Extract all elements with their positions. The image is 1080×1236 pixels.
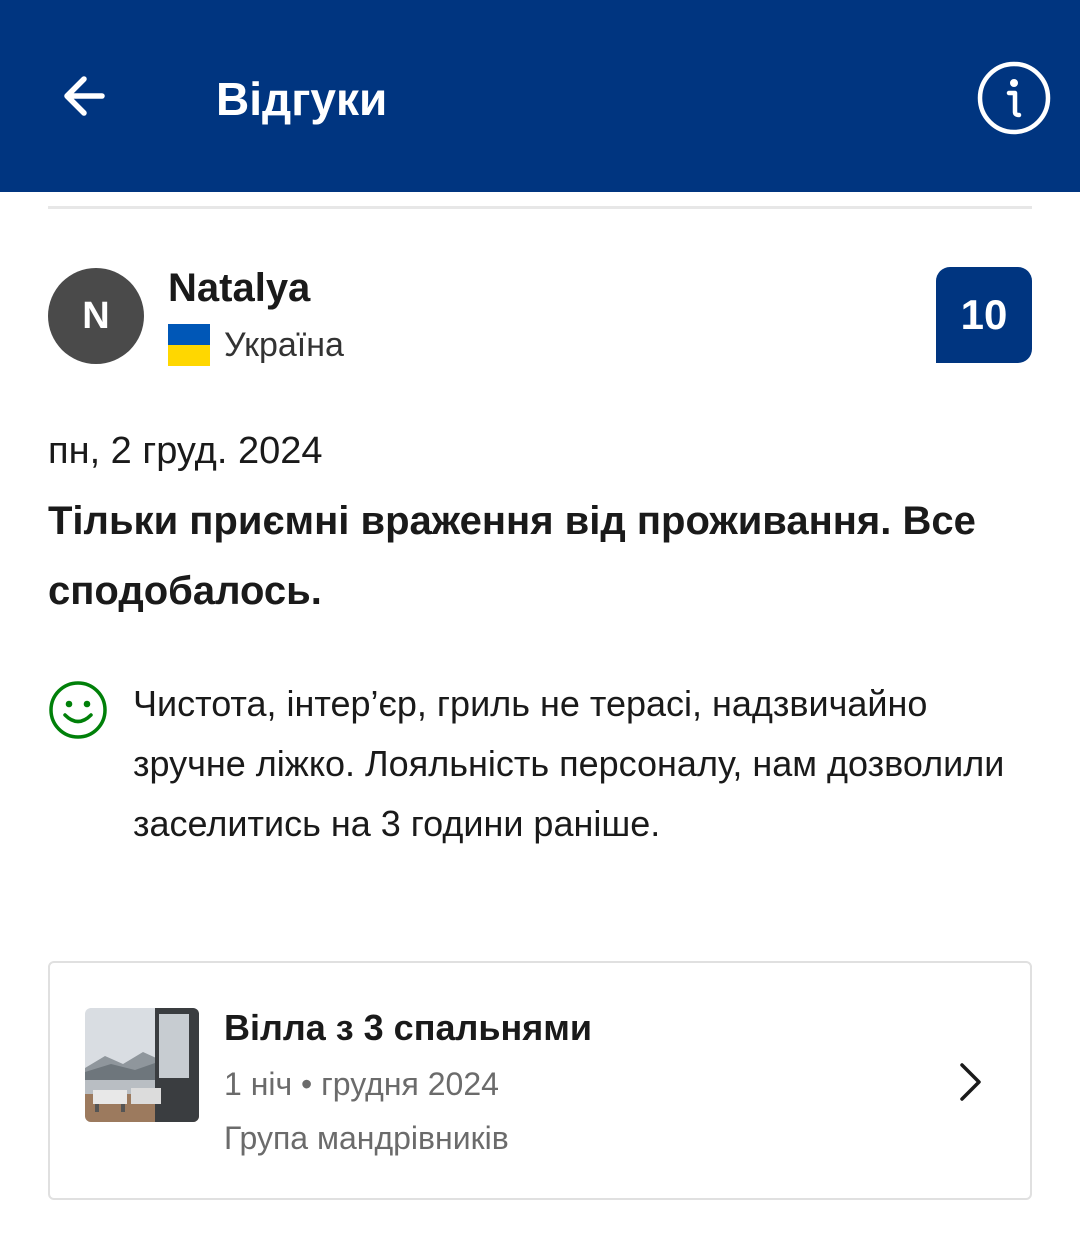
avatar: N bbox=[48, 268, 144, 364]
reviewer-name: Natalya bbox=[168, 266, 311, 310]
room-stay-info: 1 ніч • грудня 2024 bbox=[224, 1066, 499, 1102]
reviewer-country: Україна bbox=[224, 326, 344, 364]
info-button[interactable] bbox=[974, 58, 1054, 138]
traveler-type: Група мандрівників bbox=[224, 1120, 509, 1156]
room-card[interactable]: Вілла з 3 спальнями 1 ніч • грудня 2024 … bbox=[48, 961, 1032, 1200]
smiley-icon bbox=[49, 681, 107, 739]
arrow-left-icon bbox=[64, 76, 105, 116]
room-thumbnail bbox=[85, 1008, 199, 1122]
score-badge: 10 bbox=[936, 267, 1032, 363]
ukraine-flag-icon bbox=[168, 324, 210, 366]
page-title: Відгуки bbox=[216, 73, 388, 125]
divider bbox=[48, 206, 1032, 209]
review-headline: Тільки приємні враження від проживання. … bbox=[48, 499, 976, 613]
room-name: Вілла з 3 спальнями bbox=[224, 1007, 592, 1048]
back-button[interactable] bbox=[44, 56, 124, 136]
review-date: пн, 2 груд. 2024 bbox=[48, 430, 323, 472]
chevron-right-icon bbox=[960, 1063, 981, 1101]
info-icon bbox=[977, 61, 1051, 135]
review-positive-text: Чистота, інтер’єр, гриль не терасі, надз… bbox=[133, 683, 1005, 844]
app-bar: Відгуки bbox=[0, 0, 1080, 192]
